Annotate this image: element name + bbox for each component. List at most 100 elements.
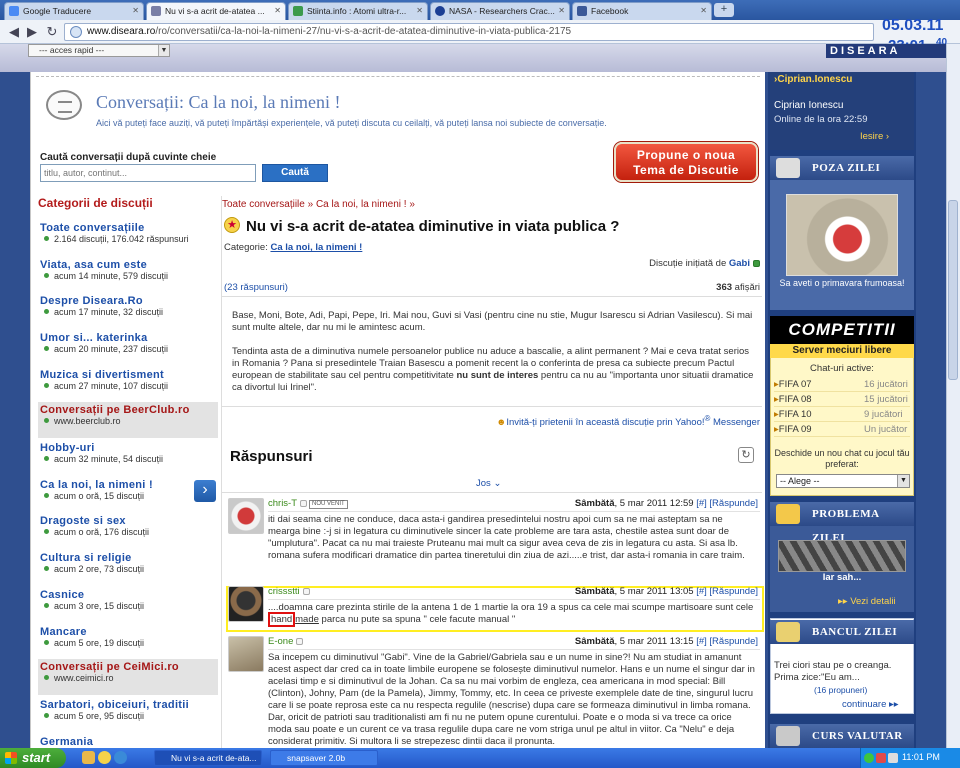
logout-link[interactable]: Iesire ›	[860, 131, 889, 142]
sidebar-item-cultura[interactable]: Cultura si religie acum 2 ore, 73 discuți…	[38, 550, 218, 586]
reply-link[interactable]: [Răspunde]	[709, 636, 758, 647]
refresh-icon[interactable]: ↻	[738, 447, 754, 463]
avatar[interactable]	[228, 498, 264, 534]
tray-icon[interactable]	[864, 753, 874, 763]
responses-heading: Răspunsuri	[230, 448, 313, 465]
sidebar-item-sarbatori[interactable]: Sarbatori, obiceiuri, traditii acum 5 ore…	[38, 697, 218, 733]
category-link[interactable]: Ca la noi, la nimeni !	[270, 242, 362, 253]
categories-heading: Categorii de discuții	[38, 196, 153, 210]
post-item: crissstti Sâmbătă, 5 mar 2011 13:05 [#] …	[226, 584, 760, 632]
user-profile-link[interactable]: ›Ciprian.Ionescu	[774, 74, 852, 85]
avatar[interactable]	[228, 636, 264, 672]
competitions-subheading: Server meciuri libere	[770, 344, 914, 358]
permalink[interactable]: [#]	[696, 636, 707, 647]
tray-icon[interactable]	[876, 753, 886, 763]
close-icon[interactable]: ✕	[700, 3, 707, 19]
star-icon[interactable]: ★	[224, 217, 240, 233]
acces-rapid-select[interactable]: --- acces rapid --- ▼	[28, 44, 170, 57]
post-author[interactable]: E-one	[268, 636, 293, 647]
sidebar-item-ceimici[interactable]: Conversații pe CeiMici.ro www.ceimici.ro	[38, 659, 218, 695]
system-clock: 11:01 PM	[902, 752, 940, 762]
tab-google-traducere[interactable]: Google Traducere ✕	[4, 2, 144, 20]
sidebar-item-toate[interactable]: Toate conversațiile 2.164 discuții, 176.0…	[38, 220, 218, 256]
problem-image[interactable]	[778, 540, 906, 572]
sidebar-item-umor[interactable]: Umor si... katerinka acum 20 minute, 237 …	[38, 330, 218, 366]
jump-down-link[interactable]: Jos ⌄	[476, 478, 501, 489]
replies-count[interactable]: (23 răspunsuri)	[224, 282, 288, 293]
joke-of-day-heading: BANCUL ZILEI	[770, 620, 914, 644]
reply-link[interactable]: [Răspunde]	[709, 498, 758, 509]
problem-of-day-heading: PROBLEMA ZILEI	[770, 502, 914, 544]
tab-facebook[interactable]: Facebook ✕	[572, 2, 712, 20]
propose-topic-button[interactable]: Propune o noua Tema de Discutie	[614, 142, 758, 182]
joke-continue-link[interactable]: continuare ▸▸	[842, 699, 899, 710]
taskbar-item-snapsaver[interactable]: snapsaver 2.0b	[270, 750, 378, 766]
folder-icon[interactable]	[82, 751, 95, 764]
sidebar-item-mancare[interactable]: Mancare acum 5 ore, 19 discuții	[38, 624, 218, 660]
post-author[interactable]: crissstti	[268, 586, 300, 597]
close-icon[interactable]: ✕	[416, 3, 423, 19]
search-button[interactable]: Caută	[262, 164, 328, 182]
scrollbar-thumb[interactable]	[948, 200, 958, 380]
smiley-icon[interactable]	[98, 751, 111, 764]
back-icon[interactable]: ◀	[6, 24, 22, 40]
internet-explorer-icon[interactable]	[114, 751, 127, 764]
topic-body: Base, Moni, Bote, Adi, Papi, Pepe, Iri. …	[232, 310, 754, 393]
taskbar	[0, 748, 960, 768]
sidebar-item-despre[interactable]: Despre Diseara.Ro acum 17 minute, 32 disc…	[38, 293, 218, 329]
close-icon[interactable]: ✕	[132, 3, 139, 19]
tab-nasa[interactable]: NASA - Researchers Crac... ✕	[430, 2, 570, 20]
search-input[interactable]	[40, 164, 256, 182]
chat-room-item[interactable]: FIFA 0815 jucători	[774, 393, 910, 407]
taskbar-item-browser[interactable]: Nu vi s-a acrit de-ata...	[154, 750, 262, 766]
site-logo[interactable]: DISEARA	[826, 44, 946, 58]
permalink[interactable]: [#]	[696, 498, 707, 509]
sidebar-item-muzica[interactable]: Muzica si divertisment acum 27 minute, 10…	[38, 367, 218, 403]
initiator-link[interactable]: Gabi	[729, 258, 750, 269]
nasa-icon	[435, 6, 445, 16]
tab-stiinta[interactable]: Stiinta.info : Atomi ultra-r... ✕	[288, 2, 428, 20]
page-subtitle: Aici vă puteți face auziți, vă puteți îm…	[96, 118, 607, 128]
photo-of-day-image[interactable]	[786, 194, 898, 276]
volume-icon[interactable]	[888, 753, 898, 763]
joke-text: Trei ciori stau pe o creanga. Prima zice…	[774, 660, 892, 683]
clock-date: 05.03.11	[882, 17, 944, 34]
post-author[interactable]: chris-T	[268, 498, 297, 509]
reply-link[interactable]: [Răspunde]	[709, 586, 758, 597]
post-body: ....doamna care prezinta stirile de la a…	[268, 602, 754, 627]
permalink[interactable]: [#]	[696, 586, 707, 597]
reload-icon[interactable]: ↻	[44, 24, 60, 40]
problem-details-link[interactable]: ▸▸ Vezi detalii	[838, 596, 896, 607]
sidebar-item-germania[interactable]: Germania	[38, 734, 218, 748]
joke-proposals-count[interactable]: (16 propuneri)	[814, 685, 867, 695]
status-icon	[296, 638, 304, 645]
chat-room-item[interactable]: FIFA 09Un jucător	[774, 423, 910, 437]
sidebar-item-casnice[interactable]: Casnice acum 3 ore, 15 discuții	[38, 587, 218, 623]
address-bar[interactable]: www.diseara.ro/ro/conversatii/ca-la-noi-…	[64, 23, 874, 41]
online-status-icon	[753, 260, 760, 267]
tab-diseara[interactable]: Nu vi s-a acrit de-atatea ... ✕	[146, 2, 286, 20]
new-tab-button[interactable]: +	[714, 3, 734, 17]
chat-description: Deschide un nou chat cu jocul tău prefer…	[774, 448, 910, 469]
photo-of-day-heading: POZA ZILEI	[770, 156, 914, 180]
sidebar-item-ca-la-noi[interactable]: Ca la noi, la nimeni ! acum o oră, 15 dis…	[38, 477, 218, 513]
close-icon[interactable]: ✕	[274, 3, 281, 19]
scrollbar[interactable]	[946, 44, 960, 748]
sidebar-item-hobby[interactable]: Hobby-uri acum 32 minute, 54 discuții	[38, 440, 218, 476]
chevron-down-icon: ▼	[897, 475, 909, 487]
sidebar-item-dragoste[interactable]: Dragoste si sex acum o oră, 176 discuții	[38, 513, 218, 549]
problem-text[interactable]: Iar sah...	[770, 572, 914, 583]
photo-caption[interactable]: Sa aveti o primavara frumoasa!	[770, 278, 914, 288]
avatar[interactable]	[228, 586, 264, 622]
yahoo-invite-link[interactable]: ☻Invită-ți prietenii în această discuție…	[480, 414, 760, 428]
game-select[interactable]: -- Alege -- ▼	[776, 474, 910, 488]
chat-room-item[interactable]: FIFA 109 jucători	[774, 408, 910, 422]
post-header: chris-T NOU VENIT Sâmbătă, 5 mar 2011 12:…	[268, 498, 760, 512]
divider	[221, 196, 222, 748]
close-icon[interactable]: ✕	[558, 3, 565, 19]
sidebar-item-viata[interactable]: Viata, asa cum este acum 14 minute, 579 d…	[38, 257, 218, 293]
new-member-badge: NOU VENIT	[309, 500, 348, 509]
sidebar-item-beerclub[interactable]: Conversații pe BeerClub.ro www.beerclub.r…	[38, 402, 218, 438]
chat-room-item[interactable]: FIFA 0716 jucători	[774, 378, 910, 392]
forward-icon[interactable]: ▶	[24, 24, 40, 40]
